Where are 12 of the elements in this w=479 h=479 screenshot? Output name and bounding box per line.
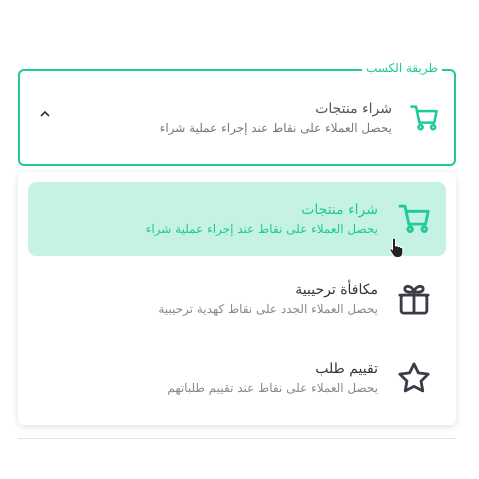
option-title: شراء منتجات: [300, 202, 378, 218]
option-description: يحصل العملاء على نقاط عند إجراء عملية شراء: [144, 222, 378, 236]
selected-description: يحصل العملاء على نقاط عند إجراء عملية شراء: [158, 120, 392, 134]
hand-pointer-icon: [388, 236, 406, 258]
option-title: تقييم طلب: [314, 361, 378, 378]
menu-option[interactable]: تقييم طلب يحصل العملاء على نقاط عند تقييم طلباتهم: [28, 341, 446, 416]
field-legend: طريقة الكسب: [362, 60, 442, 76]
option-title: مكافأة ترحيبية: [294, 282, 378, 298]
option-description: يحصل العملاء على نقاط عند تقييم طلباتهم: [166, 381, 378, 396]
menu-option[interactable]: مكافأة ترحيبية يحصل العملاء الجدد على نقاط كهدية ترحيبية: [28, 262, 446, 336]
selected-title: شراء منتجات: [314, 100, 392, 116]
option-description: يحصل العملاء الجدد على نقاط كهدية ترحيبية: [157, 302, 378, 316]
